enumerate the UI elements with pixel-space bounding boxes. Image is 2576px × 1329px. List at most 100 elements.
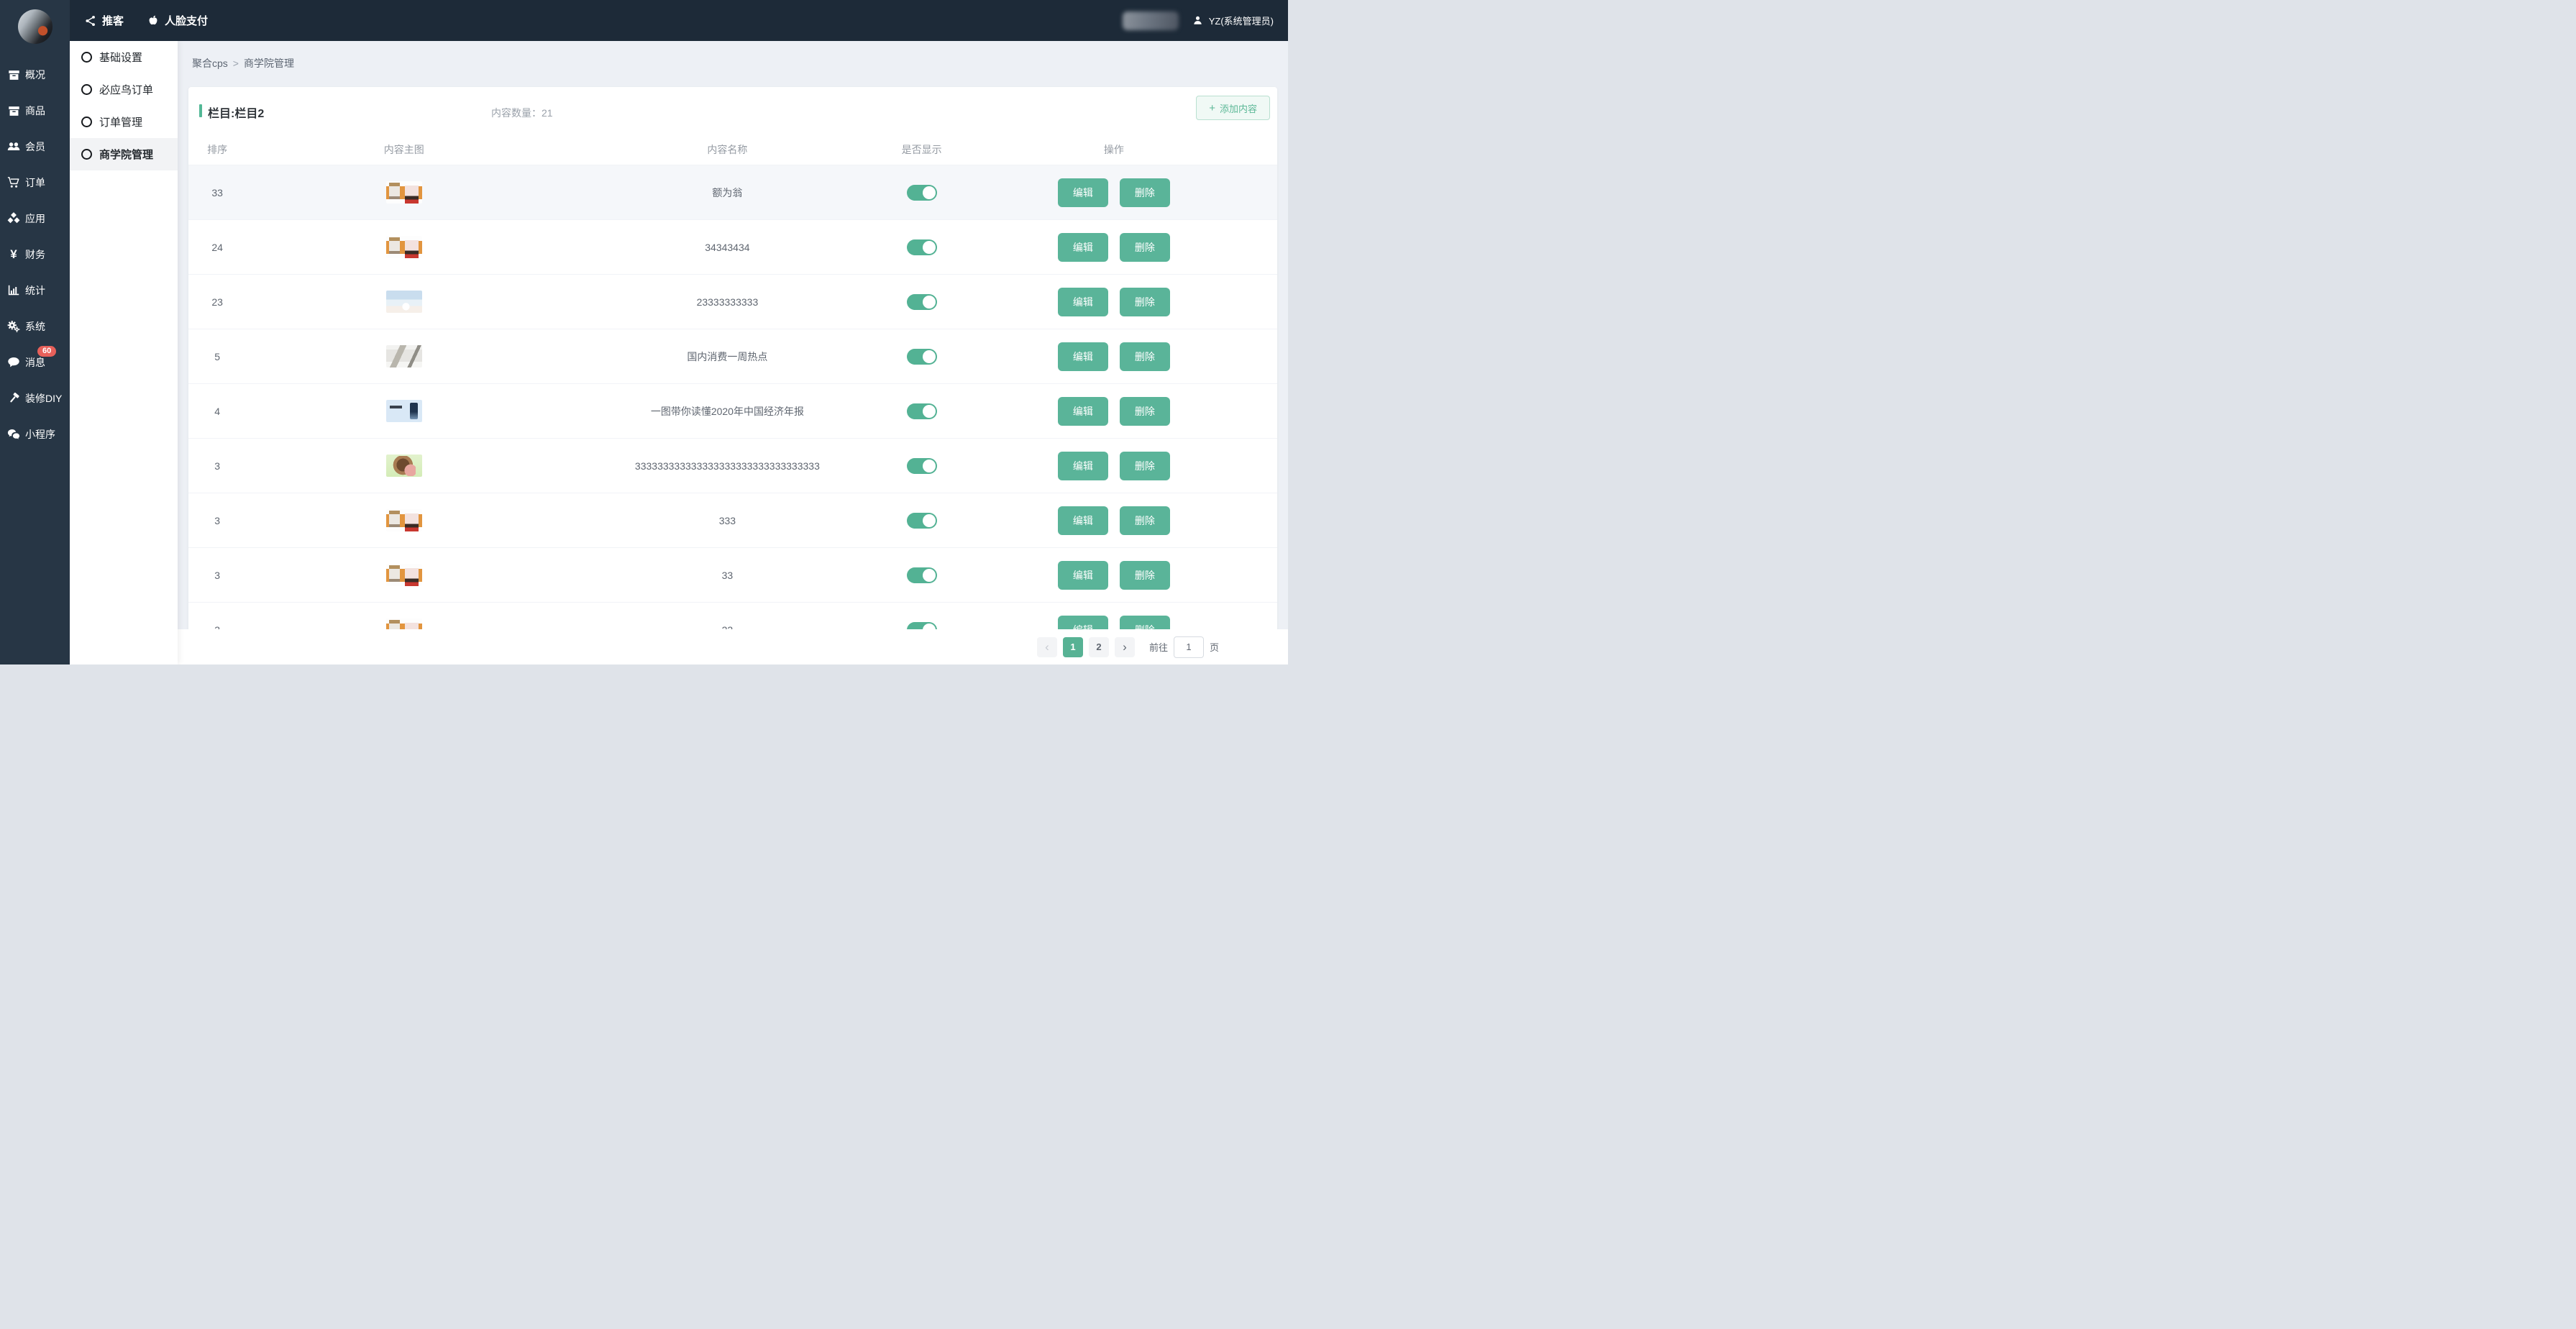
content-thumbnail (386, 455, 422, 477)
page-button-1[interactable]: 1 (1063, 637, 1083, 657)
sidebar-item-orders[interactable]: 订单 (0, 165, 70, 201)
user-menu[interactable]: YZ(系统管理员) (1192, 14, 1274, 27)
wechat-icon (7, 428, 20, 441)
topbar-item-tuike[interactable]: 推客 (84, 13, 124, 28)
visibility-toggle[interactable] (907, 513, 937, 529)
sidebar-item-miniprogram[interactable]: 小程序 (0, 416, 70, 452)
delete-button[interactable]: 删除 (1120, 288, 1170, 316)
prev-page-button[interactable]: ‹ (1037, 637, 1057, 657)
sort-value: 3 (188, 515, 246, 526)
page-unit-label: 页 (1210, 640, 1219, 654)
content-thumbnail (386, 564, 422, 586)
sidebar-item-messages[interactable]: 消息60 (0, 344, 70, 380)
edit-button[interactable]: 编辑 (1058, 233, 1108, 262)
user-avatar[interactable] (18, 9, 52, 44)
delete-button[interactable]: 删除 (1120, 342, 1170, 371)
delete-button[interactable]: 删除 (1120, 397, 1170, 426)
delete-button[interactable]: 删除 (1120, 561, 1170, 590)
stats-chart-icon (7, 284, 20, 297)
visibility-toggle[interactable] (907, 239, 937, 255)
table-row: 333编辑删除 (188, 547, 1277, 602)
sidebar-item-label: 消息 (25, 355, 45, 370)
sidebar-item-finance[interactable]: ¥ 财务 (0, 237, 70, 273)
topbar: 推客 人脸支付 (70, 0, 1288, 41)
sidebar-item-label: 小程序 (25, 427, 55, 442)
sidebar-item-members[interactable]: 会员 (0, 129, 70, 165)
header-name: 内容名称 (562, 142, 892, 157)
submenu-item-label: 订单管理 (99, 114, 142, 129)
circle-icon (81, 149, 92, 160)
content-name: 34343434 (562, 242, 892, 253)
topbar-item-face-pay[interactable]: 人脸支付 (147, 13, 208, 28)
content-thumbnail (386, 400, 422, 422)
sort-value: 5 (188, 351, 246, 362)
goto-page-input[interactable] (1174, 636, 1204, 658)
sidebar-item-diy[interactable]: 装修DIY (0, 380, 70, 416)
system-gears-icon (7, 320, 20, 333)
content-thumbnail (386, 181, 422, 204)
breadcrumb-item[interactable]: 聚合cps (192, 58, 228, 69)
visibility-toggle[interactable] (907, 185, 937, 201)
submenu-item-order-management[interactable]: 订单管理 (70, 106, 178, 138)
table-row: 3333333333333333333333333333333333编辑删除 (188, 438, 1277, 493)
toggle-knob (923, 460, 936, 472)
table-row: 3333编辑删除 (188, 493, 1277, 547)
submenu-item-label: 必应鸟订单 (99, 82, 153, 97)
plus-icon: + (1209, 102, 1215, 114)
sidebar-item-goods[interactable]: 商品 (0, 93, 70, 129)
secondary-sidebar: 基础设置必应鸟订单订单管理商学院管理 (70, 41, 178, 664)
visibility-toggle[interactable] (907, 294, 937, 310)
sidebar-item-overview[interactable]: 概况 (0, 57, 70, 93)
content-name: 33 (562, 570, 892, 581)
submenu-item-basic-settings[interactable]: 基础设置 (70, 41, 178, 73)
sidebar-item-stats[interactable]: 统计 (0, 273, 70, 309)
circle-icon (81, 117, 92, 127)
content-thumbnail (386, 236, 422, 258)
header-thumb: 内容主图 (246, 142, 562, 157)
edit-button[interactable]: 编辑 (1058, 288, 1108, 316)
finance-yen-icon: ¥ (7, 248, 20, 261)
content-name: 一图带你读懂2020年中国经济年报 (562, 404, 892, 419)
sidebar-item-label: 财务 (25, 247, 45, 262)
sidebar-item-label: 商品 (25, 104, 45, 118)
content-card: 栏目:栏目2 内容数量：21 + 添加内容 排序 内容主图 内容名称 是否显示 … (188, 87, 1277, 664)
edit-button[interactable]: 编辑 (1058, 506, 1108, 535)
submenu-item-business-school[interactable]: 商学院管理 (70, 138, 178, 170)
sidebar-item-label: 应用 (25, 211, 45, 226)
edit-button[interactable]: 编辑 (1058, 452, 1108, 480)
delete-button[interactable]: 删除 (1120, 452, 1170, 480)
edit-button[interactable]: 编辑 (1058, 561, 1108, 590)
members-icon (7, 140, 20, 153)
sidebar-item-apps[interactable]: 应用 (0, 201, 70, 237)
submenu-item-bingbird-orders[interactable]: 必应鸟订单 (70, 73, 178, 106)
sidebar-item-system[interactable]: 系统 (0, 309, 70, 344)
page-button-2[interactable]: 2 (1089, 637, 1109, 657)
sidebar-item-label: 统计 (25, 283, 45, 298)
visibility-toggle[interactable] (907, 349, 937, 365)
delete-button[interactable]: 删除 (1120, 233, 1170, 262)
pagination-bar: ‹ 12 › 前往 页 (178, 629, 1288, 664)
table-row: 2434343434编辑删除 (188, 219, 1277, 274)
content-count-value: 21 (542, 107, 553, 119)
goto-label: 前往 (1149, 640, 1168, 654)
add-content-button[interactable]: + 添加内容 (1196, 96, 1270, 120)
edit-button[interactable]: 编辑 (1058, 342, 1108, 371)
breadcrumb-item-current: 商学院管理 (244, 58, 294, 69)
delete-button[interactable]: 删除 (1120, 178, 1170, 207)
content-thumbnail (386, 509, 422, 531)
edit-button[interactable]: 编辑 (1058, 397, 1108, 426)
circle-icon (81, 52, 92, 63)
toggle-knob (923, 350, 936, 363)
visibility-toggle[interactable] (907, 458, 937, 474)
delete-button[interactable]: 删除 (1120, 506, 1170, 535)
toggle-knob (923, 405, 936, 418)
header-visible: 是否显示 (893, 142, 951, 157)
visibility-toggle[interactable] (907, 403, 937, 419)
next-page-button[interactable]: › (1115, 637, 1135, 657)
title-accent-bar (199, 104, 202, 117)
edit-button[interactable]: 编辑 (1058, 178, 1108, 207)
table-row: 2323333333333编辑删除 (188, 274, 1277, 329)
goods-box-icon (7, 104, 20, 117)
visibility-toggle[interactable] (907, 567, 937, 583)
content-name: 333333333333333333333333333333333 (562, 460, 892, 472)
